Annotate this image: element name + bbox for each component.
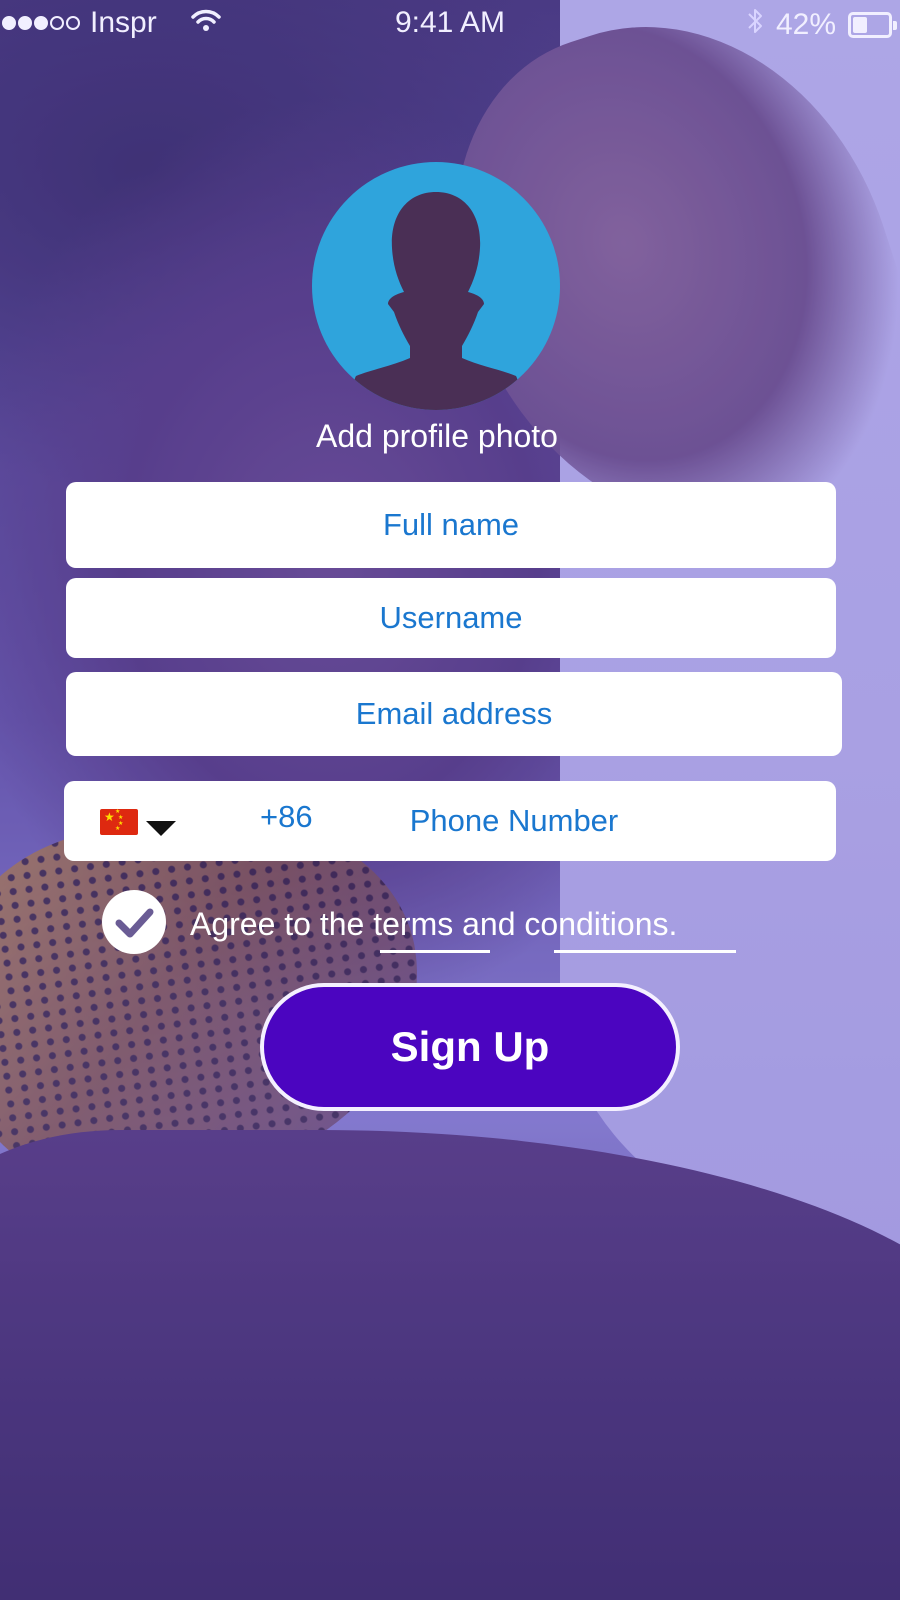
battery-icon <box>848 12 897 38</box>
full-name-input[interactable] <box>66 482 836 568</box>
status-right: 42% <box>746 6 897 44</box>
terms-underline <box>380 950 490 953</box>
country-code-picker[interactable]: ★ ★ ★ ★ ★ <box>100 807 176 836</box>
sign-up-button[interactable]: Sign Up <box>260 983 680 1111</box>
terms-prefix: Agree to the <box>190 906 374 942</box>
phone-field-container: ★ ★ ★ ★ ★ +86 <box>64 781 836 861</box>
conditions-link[interactable]: conditions. <box>524 906 677 942</box>
battery-fill <box>853 17 867 33</box>
terms-checkbox[interactable] <box>102 890 166 954</box>
profile-photo-button[interactable] <box>312 162 560 410</box>
username-field-container <box>66 578 836 658</box>
status-bar: Inspr 9:41 AM 42% <box>0 0 900 46</box>
terms-middle: and <box>453 906 525 942</box>
signup-screen: Inspr 9:41 AM 42% Add profile photo Full… <box>0 0 900 1600</box>
username-input[interactable] <box>66 578 836 658</box>
battery-percent: 42% <box>775 8 836 41</box>
chevron-down-icon <box>146 821 176 836</box>
email-input[interactable] <box>66 672 842 756</box>
person-silhouette-icon <box>352 192 520 410</box>
terms-link[interactable]: terms <box>373 906 453 942</box>
email-field-container <box>66 672 842 756</box>
bluetooth-icon <box>746 6 764 44</box>
add-profile-photo-label[interactable]: Add profile photo <box>0 418 874 455</box>
phone-number-input[interactable] <box>294 781 734 861</box>
terms-agreement-text: Agree to the terms and conditions. <box>190 906 677 943</box>
checkmark-icon <box>115 908 154 938</box>
conditions-underline <box>554 950 736 953</box>
full-name-field-container <box>66 482 836 568</box>
china-flag-icon: ★ ★ ★ ★ ★ <box>100 808 138 835</box>
